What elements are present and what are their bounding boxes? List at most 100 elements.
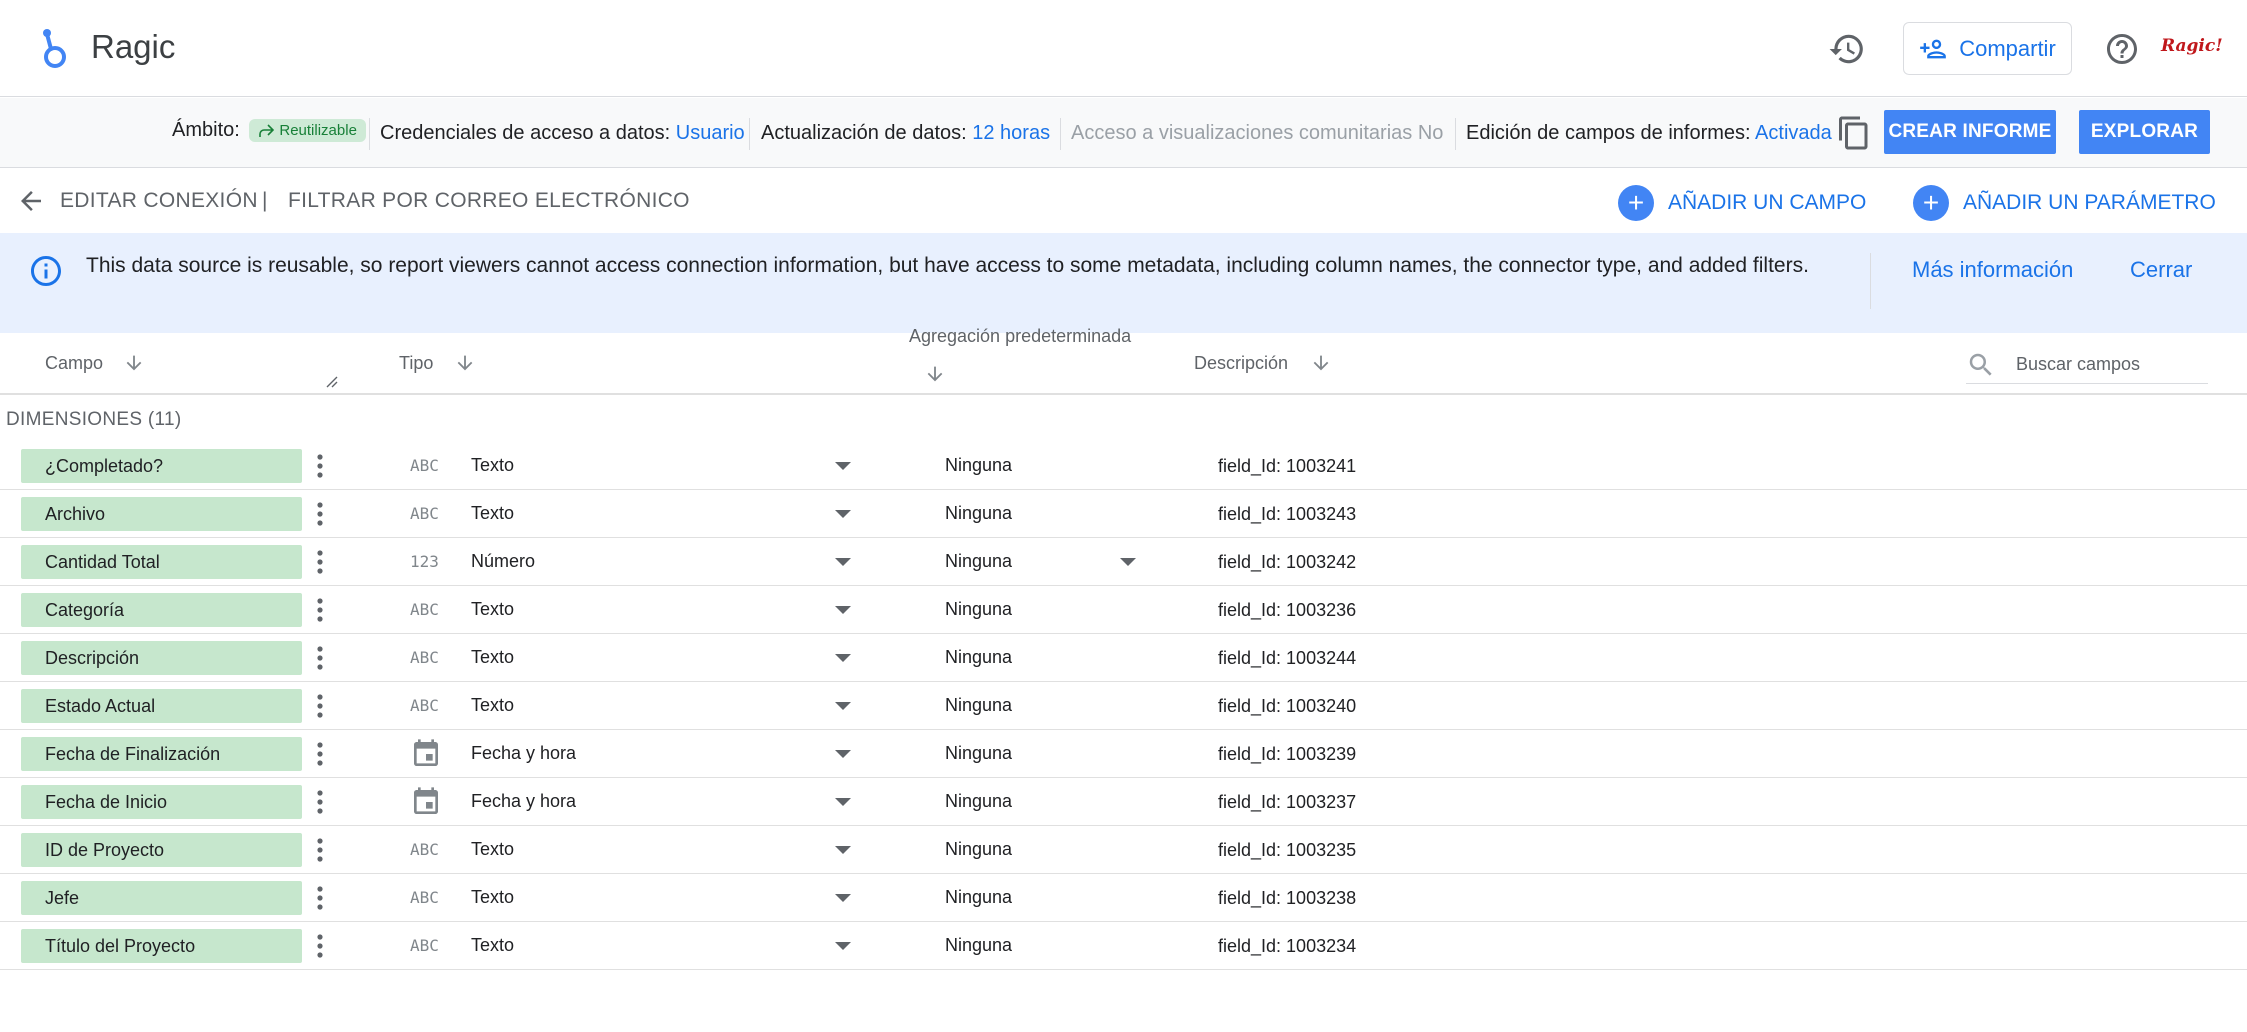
type-select[interactable]: Texto bbox=[471, 503, 514, 524]
refresh-setting[interactable]: Actualización de datos: 12 horas bbox=[761, 122, 1050, 145]
resize-handle-icon[interactable] bbox=[324, 374, 338, 388]
description-value[interactable]: field_Id: 1003234 bbox=[1218, 936, 1356, 957]
edit-connection-link[interactable]: EDITAR CONEXIÓN bbox=[60, 189, 258, 213]
more-vert-icon[interactable] bbox=[312, 884, 328, 912]
description-value[interactable]: field_Id: 1003236 bbox=[1218, 600, 1356, 621]
column-header-type[interactable]: Tipo bbox=[399, 353, 433, 374]
field-name-chip[interactable]: Fecha de Finalización bbox=[21, 737, 302, 771]
dropdown-caret-icon[interactable] bbox=[835, 750, 851, 758]
more-vert-icon[interactable] bbox=[312, 500, 328, 528]
field-name-chip[interactable]: Jefe bbox=[21, 881, 302, 915]
description-value[interactable]: field_Id: 1003238 bbox=[1218, 888, 1356, 909]
sort-arrow-icon[interactable] bbox=[924, 363, 946, 385]
description-value[interactable]: field_Id: 1003244 bbox=[1218, 648, 1356, 669]
calendar-icon bbox=[414, 739, 438, 766]
more-vert-icon[interactable] bbox=[312, 740, 328, 768]
sort-arrow-icon[interactable] bbox=[123, 352, 145, 374]
field-name-chip[interactable]: Fecha de Inicio bbox=[21, 785, 302, 819]
more-info-link[interactable]: Más información bbox=[1912, 257, 2073, 283]
column-header-description[interactable]: Descripción bbox=[1194, 353, 1288, 374]
dropdown-caret-icon[interactable] bbox=[835, 558, 851, 566]
more-vert-icon[interactable] bbox=[312, 836, 328, 864]
explore-button[interactable]: EXPLORAR bbox=[2079, 110, 2210, 154]
dropdown-caret-icon[interactable] bbox=[835, 702, 851, 710]
type-select[interactable]: Texto bbox=[471, 935, 514, 956]
field-name-chip[interactable]: Estado Actual bbox=[21, 689, 302, 723]
logo-icon[interactable] bbox=[38, 28, 72, 70]
scope-label: Ámbito: bbox=[172, 119, 240, 141]
more-vert-icon[interactable] bbox=[312, 644, 328, 672]
more-vert-icon[interactable] bbox=[312, 932, 328, 960]
more-vert-icon[interactable] bbox=[312, 788, 328, 816]
editing-setting[interactable]: Edición de campos de informes: Activada bbox=[1466, 122, 1832, 145]
dropdown-caret-icon[interactable] bbox=[835, 510, 851, 518]
dropdown-caret-icon[interactable] bbox=[835, 942, 851, 950]
field-name-chip[interactable]: Categoría bbox=[21, 593, 302, 627]
dropdown-caret-icon[interactable] bbox=[835, 462, 851, 470]
more-vert-icon[interactable] bbox=[312, 452, 328, 480]
create-report-button[interactable]: CREAR INFORME bbox=[1884, 110, 2056, 154]
description-value[interactable]: field_Id: 1003235 bbox=[1218, 840, 1356, 861]
type-select[interactable]: Texto bbox=[471, 695, 514, 716]
more-vert-icon[interactable] bbox=[312, 548, 328, 576]
table-row: Categoría ABC Texto Ninguna field_Id: 10… bbox=[0, 586, 2247, 634]
back-arrow-icon[interactable] bbox=[16, 186, 46, 216]
table-row: Jefe ABC Texto Ninguna field_Id: 1003238 bbox=[0, 874, 2247, 922]
field-name-chip[interactable]: ¿Completado? bbox=[21, 449, 302, 483]
type-select[interactable]: Número bbox=[471, 551, 535, 572]
dimensions-section-label: DIMENSIONES (11) bbox=[6, 409, 182, 430]
text-type-icon: ABC bbox=[410, 648, 439, 667]
text-type-icon: ABC bbox=[410, 456, 439, 475]
type-select[interactable]: Texto bbox=[471, 647, 514, 668]
add-field-button[interactable]: + AÑADIR UN CAMPO bbox=[1618, 185, 1866, 221]
type-select[interactable]: Texto bbox=[471, 839, 514, 860]
brand-mark[interactable]: Ragic! bbox=[2161, 36, 2223, 56]
copy-icon[interactable] bbox=[1836, 115, 1872, 151]
share-button[interactable]: Compartir bbox=[1903, 22, 2072, 75]
history-icon[interactable] bbox=[1828, 30, 1866, 68]
sort-arrow-icon[interactable] bbox=[454, 352, 476, 374]
editing-value[interactable]: Activada bbox=[1755, 122, 1832, 144]
more-vert-icon[interactable] bbox=[312, 692, 328, 720]
field-name-chip[interactable]: Archivo bbox=[21, 497, 302, 531]
dropdown-caret-icon[interactable] bbox=[835, 654, 851, 662]
dropdown-caret-icon[interactable] bbox=[835, 846, 851, 854]
column-header-aggregation[interactable]: Agregación predeterminada bbox=[909, 326, 1131, 347]
type-select[interactable]: Fecha y hora bbox=[471, 743, 576, 764]
description-value[interactable]: field_Id: 1003241 bbox=[1218, 456, 1356, 477]
type-select[interactable]: Texto bbox=[471, 887, 514, 908]
dropdown-caret-icon[interactable] bbox=[1120, 558, 1136, 566]
field-name-chip[interactable]: Título del Proyecto bbox=[21, 929, 302, 963]
refresh-value[interactable]: 12 horas bbox=[972, 122, 1050, 144]
dropdown-caret-icon[interactable] bbox=[835, 798, 851, 806]
field-name-chip[interactable]: Descripción bbox=[21, 641, 302, 675]
sort-arrow-icon[interactable] bbox=[1310, 352, 1332, 374]
description-value[interactable]: field_Id: 1003239 bbox=[1218, 744, 1356, 765]
credentials-setting[interactable]: Credenciales de acceso a datos: Usuario bbox=[380, 122, 745, 145]
add-parameter-button[interactable]: + AÑADIR UN PARÁMETRO bbox=[1913, 185, 2216, 221]
close-banner-button[interactable]: Cerrar bbox=[2130, 257, 2192, 283]
column-header-field[interactable]: Campo bbox=[45, 353, 103, 374]
more-vert-icon[interactable] bbox=[312, 596, 328, 624]
help-icon[interactable] bbox=[2104, 31, 2140, 67]
dropdown-caret-icon[interactable] bbox=[835, 894, 851, 902]
search-fields[interactable] bbox=[1966, 344, 2208, 384]
dropdown-caret-icon[interactable] bbox=[835, 606, 851, 614]
description-value[interactable]: field_Id: 1003243 bbox=[1218, 504, 1356, 525]
description-value[interactable]: field_Id: 1003237 bbox=[1218, 792, 1356, 813]
aggregation-value: Ninguna bbox=[945, 791, 1013, 811]
type-select[interactable]: Texto bbox=[471, 455, 514, 476]
share-label: Compartir bbox=[1959, 35, 2056, 61]
search-input[interactable] bbox=[2016, 350, 2196, 378]
type-select[interactable]: Fecha y hora bbox=[471, 791, 576, 812]
credentials-value[interactable]: Usuario bbox=[676, 122, 745, 144]
description-value[interactable]: field_Id: 1003240 bbox=[1218, 696, 1356, 717]
type-select[interactable]: Texto bbox=[471, 599, 514, 620]
field-name-chip[interactable]: Cantidad Total bbox=[21, 545, 302, 579]
field-name-chip[interactable]: ID de Proyecto bbox=[21, 833, 302, 867]
description-value[interactable]: field_Id: 1003242 bbox=[1218, 552, 1356, 573]
credentials-label: Credenciales de acceso a datos: bbox=[380, 122, 671, 144]
filter-email-link[interactable]: FILTRAR POR CORREO ELECTRÓNICO bbox=[288, 189, 690, 213]
calendar-icon bbox=[414, 787, 438, 814]
aggregation-select[interactable]: Ninguna bbox=[945, 551, 1012, 572]
